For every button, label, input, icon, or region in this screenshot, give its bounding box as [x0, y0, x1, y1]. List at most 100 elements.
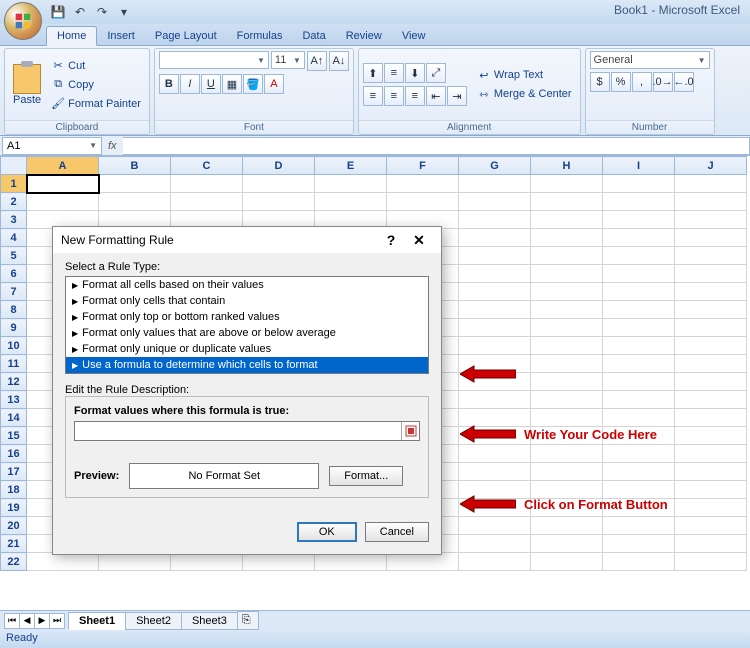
column-header[interactable]: B	[99, 157, 171, 175]
cell[interactable]	[603, 535, 675, 553]
cell[interactable]	[531, 517, 603, 535]
cell[interactable]	[459, 517, 531, 535]
align-center-button[interactable]: ≡	[384, 86, 404, 106]
cell[interactable]	[531, 445, 603, 463]
cell[interactable]	[99, 553, 171, 571]
cell[interactable]	[315, 193, 387, 211]
cell[interactable]	[459, 193, 531, 211]
cell[interactable]	[603, 463, 675, 481]
cell[interactable]	[459, 337, 531, 355]
column-header[interactable]: A	[27, 157, 99, 175]
cell[interactable]	[675, 445, 747, 463]
cell[interactable]	[531, 265, 603, 283]
cell[interactable]	[603, 517, 675, 535]
align-middle-button[interactable]: ≡	[384, 63, 404, 83]
cell[interactable]	[675, 373, 747, 391]
cell[interactable]	[603, 553, 675, 571]
cell[interactable]	[315, 553, 387, 571]
new-sheet-button[interactable]: ⎘	[237, 611, 259, 630]
cell[interactable]	[675, 499, 747, 517]
cell[interactable]	[603, 229, 675, 247]
cell[interactable]	[675, 391, 747, 409]
row-header[interactable]: 18	[1, 481, 27, 499]
cell[interactable]	[603, 175, 675, 193]
cell[interactable]	[531, 211, 603, 229]
rule-option[interactable]: ▶Format only values that are above or be…	[66, 325, 428, 341]
column-header[interactable]: G	[459, 157, 531, 175]
rule-type-listbox[interactable]: ▶Format all cells based on their values …	[65, 276, 429, 374]
currency-button[interactable]: $	[590, 72, 610, 92]
sheet-tab[interactable]: Sheet3	[181, 612, 238, 630]
cell[interactable]	[603, 265, 675, 283]
fill-color-button[interactable]: 🪣	[243, 74, 263, 94]
cell[interactable]	[675, 337, 747, 355]
cell[interactable]	[603, 373, 675, 391]
font-color-button[interactable]: A	[264, 74, 284, 94]
underline-button[interactable]: U	[201, 74, 221, 94]
cell[interactable]	[27, 553, 99, 571]
cell[interactable]	[603, 247, 675, 265]
cell[interactable]	[531, 283, 603, 301]
dec-decimal-button[interactable]: ←.0	[674, 72, 694, 92]
align-left-button[interactable]: ≡	[363, 86, 383, 106]
sheet-nav-first[interactable]: ⏮	[4, 613, 20, 629]
cell[interactable]	[675, 193, 747, 211]
rule-option-selected[interactable]: ▶Use a formula to determine which cells …	[66, 357, 428, 373]
tab-formulas[interactable]: Formulas	[227, 27, 293, 45]
cell[interactable]	[675, 229, 747, 247]
font-size-combo[interactable]: 11▼	[271, 51, 305, 69]
help-button[interactable]: ?	[377, 230, 405, 250]
cell[interactable]	[603, 337, 675, 355]
bold-button[interactable]: B	[159, 74, 179, 94]
shrink-font-button[interactable]: A↓	[329, 51, 349, 71]
cell[interactable]	[459, 175, 531, 193]
cell[interactable]	[459, 391, 531, 409]
fx-icon[interactable]: fx	[108, 140, 117, 152]
cell[interactable]	[675, 553, 747, 571]
row-header[interactable]: 19	[1, 499, 27, 517]
font-name-combo[interactable]: ▼	[159, 51, 269, 69]
orientation-button[interactable]: ⤢	[426, 63, 446, 83]
sheet-tab[interactable]: Sheet2	[125, 612, 182, 630]
cell[interactable]	[675, 517, 747, 535]
inc-decimal-button[interactable]: .0→	[653, 72, 673, 92]
column-header[interactable]: I	[603, 157, 675, 175]
cell[interactable]	[387, 193, 459, 211]
cell[interactable]	[531, 175, 603, 193]
cut-button[interactable]: ✂Cut	[47, 57, 145, 75]
cell[interactable]	[315, 175, 387, 193]
format-painter-button[interactable]: 🖌Format Painter	[47, 95, 145, 113]
rule-option[interactable]: ▶Format only cells that contain	[66, 293, 428, 309]
row-header[interactable]: 7	[1, 283, 27, 301]
cell[interactable]	[459, 247, 531, 265]
row-header[interactable]: 9	[1, 319, 27, 337]
row-header[interactable]: 5	[1, 247, 27, 265]
align-bottom-button[interactable]: ⬇	[405, 63, 425, 83]
cell[interactable]	[459, 301, 531, 319]
tab-review[interactable]: Review	[336, 27, 392, 45]
border-button[interactable]: ▦	[222, 74, 242, 94]
comma-button[interactable]: ,	[632, 72, 652, 92]
row-header[interactable]: 13	[1, 391, 27, 409]
cancel-button[interactable]: Cancel	[365, 522, 429, 542]
cell[interactable]	[675, 247, 747, 265]
tab-data[interactable]: Data	[292, 27, 335, 45]
qat-dropdown-icon[interactable]: ▾	[116, 4, 132, 20]
copy-button[interactable]: ⧉Copy	[47, 76, 145, 94]
row-header[interactable]: 4	[1, 229, 27, 247]
cell[interactable]	[603, 319, 675, 337]
cell[interactable]	[675, 535, 747, 553]
cell[interactable]	[459, 319, 531, 337]
row-header[interactable]: 8	[1, 301, 27, 319]
column-header[interactable]: D	[243, 157, 315, 175]
cell[interactable]	[99, 193, 171, 211]
row-header[interactable]: 17	[1, 463, 27, 481]
cell[interactable]	[675, 283, 747, 301]
column-header[interactable]: J	[675, 157, 747, 175]
cell[interactable]	[675, 409, 747, 427]
row-header[interactable]: 10	[1, 337, 27, 355]
cell[interactable]	[387, 175, 459, 193]
cell[interactable]	[675, 481, 747, 499]
cell[interactable]	[171, 193, 243, 211]
wrap-text-button[interactable]: ↩Wrap Text	[473, 66, 576, 84]
